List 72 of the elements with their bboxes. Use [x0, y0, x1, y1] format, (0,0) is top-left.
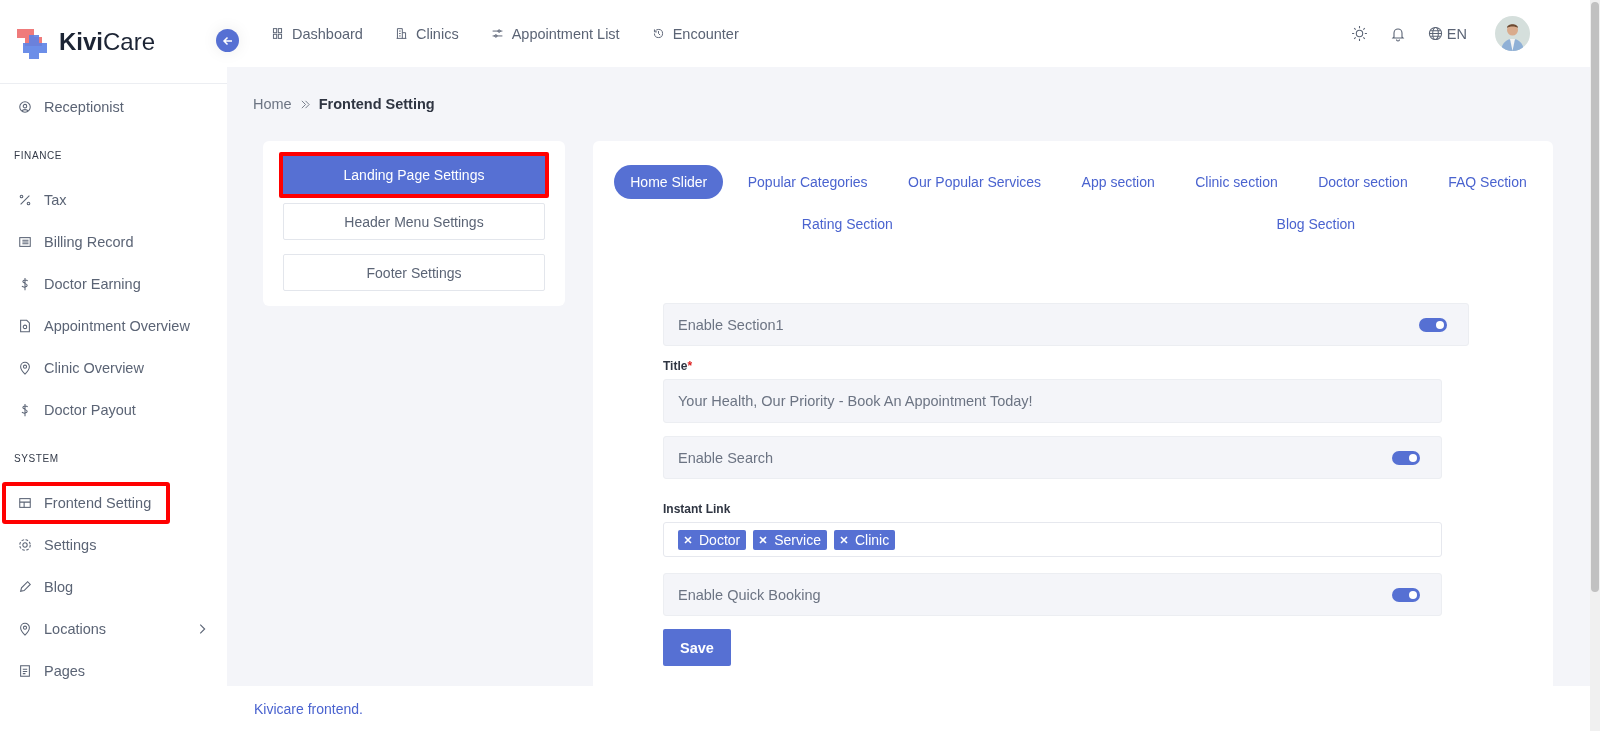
close-icon[interactable]	[684, 535, 692, 544]
toggle-label: Enable Section1	[678, 316, 784, 333]
footer-link[interactable]: Kivicare frontend.	[254, 700, 363, 717]
sidebar-heading: FINANCE	[13, 149, 64, 163]
arrow-left-icon	[221, 34, 234, 47]
history-icon	[651, 27, 665, 40]
tag-input-field[interactable]: Doctor Service Clinic	[663, 522, 1442, 557]
tag-chip: Doctor	[678, 529, 747, 550]
toggle-label: Enable Quick Booking	[678, 586, 821, 603]
nav-link[interactable]: Dashboard	[271, 25, 363, 42]
sliders-icon	[490, 27, 504, 40]
location-pin-icon	[18, 361, 32, 375]
sidebar-item[interactable]: Locations	[2, 608, 225, 650]
grid-icon	[271, 27, 284, 40]
tag-chip: Clinic	[833, 529, 896, 550]
nav-link[interactable]: Appointment List	[490, 25, 620, 42]
bell-icon[interactable]	[1389, 25, 1406, 42]
tag-chip: Service	[753, 529, 827, 550]
sidebar-item[interactable]: Doctor Earning	[2, 263, 225, 305]
nav-link[interactable]: Clinics	[394, 25, 459, 42]
user-icon	[18, 100, 32, 114]
settings-menu-button[interactable]: Landing Page Settings	[279, 152, 549, 198]
toggle-switch[interactable]	[1419, 317, 1447, 332]
settings-icon	[18, 538, 32, 552]
building-icon	[394, 27, 408, 40]
sidebar-item[interactable]: Doctor Payout	[2, 389, 225, 431]
field-label: Instant Link	[663, 502, 732, 516]
pencil-icon	[18, 580, 32, 594]
sidebar-item[interactable]: Blog	[2, 566, 225, 608]
title-input-field[interactable]: Your Health, Our Priority - Book An Appointment Today!	[663, 379, 1442, 423]
nav-link[interactable]: Encounter	[651, 25, 739, 42]
section-tab[interactable]: Doctor section	[1302, 165, 1424, 199]
document-icon	[18, 319, 32, 333]
save-button[interactable]: Save	[663, 629, 731, 666]
sidebar-heading: SYSTEM	[13, 452, 60, 466]
section-tab[interactable]: Popular Categories	[731, 165, 884, 199]
sidebar-item[interactable]: Appointment Overview	[2, 305, 225, 347]
toggle-switch[interactable]	[1392, 450, 1420, 465]
page-icon	[18, 664, 32, 678]
section-tab[interactable]: Blog Section	[1260, 207, 1372, 241]
sidebar-item[interactable]: Frontend Setting	[2, 482, 170, 524]
brand-name: KiviCare	[59, 27, 156, 56]
globe-icon	[1427, 26, 1443, 41]
settings-menu-button[interactable]: Footer Settings	[283, 254, 545, 291]
settings-menu-button[interactable]: Header Menu Settings	[283, 203, 545, 240]
breadcrumb-link[interactable]: Home	[253, 96, 292, 112]
sidebar-item[interactable]: Settings	[2, 524, 225, 566]
breadcrumb-current: Frontend Setting	[318, 96, 435, 112]
sidebar-item[interactable]: Receptionist	[2, 86, 225, 128]
double-chevron-icon	[299, 98, 311, 110]
section-tab[interactable]: App section	[1065, 165, 1171, 199]
language-selector[interactable]: EN	[1427, 25, 1467, 42]
section-tab[interactable]: Rating Section	[785, 207, 909, 241]
section-tab[interactable]: Our Popular Services	[892, 165, 1058, 199]
section-tab[interactable]: Home Slider	[614, 165, 724, 199]
sidebar-item[interactable]: Billing Record	[2, 221, 225, 263]
field-label: Title*	[663, 359, 694, 373]
sidebar-item[interactable]: Pages	[2, 650, 225, 692]
close-icon[interactable]	[839, 535, 848, 544]
sun-icon[interactable]	[1350, 25, 1368, 42]
toggle-switch[interactable]	[1392, 587, 1420, 602]
section-tab[interactable]: Clinic section	[1179, 165, 1294, 199]
list-icon	[18, 235, 32, 249]
location-pin-icon	[18, 622, 32, 636]
close-icon[interactable]	[759, 535, 768, 544]
toggle-label: Enable Search	[678, 449, 774, 466]
layout-icon	[18, 496, 32, 510]
scrollbar[interactable]	[1590, 0, 1600, 731]
sidebar-item[interactable]: Clinic Overview	[2, 347, 225, 389]
sidebar-item[interactable]: Tax	[2, 179, 225, 221]
percent-icon	[18, 193, 32, 207]
section-tab[interactable]: FAQ Section	[1432, 165, 1543, 199]
